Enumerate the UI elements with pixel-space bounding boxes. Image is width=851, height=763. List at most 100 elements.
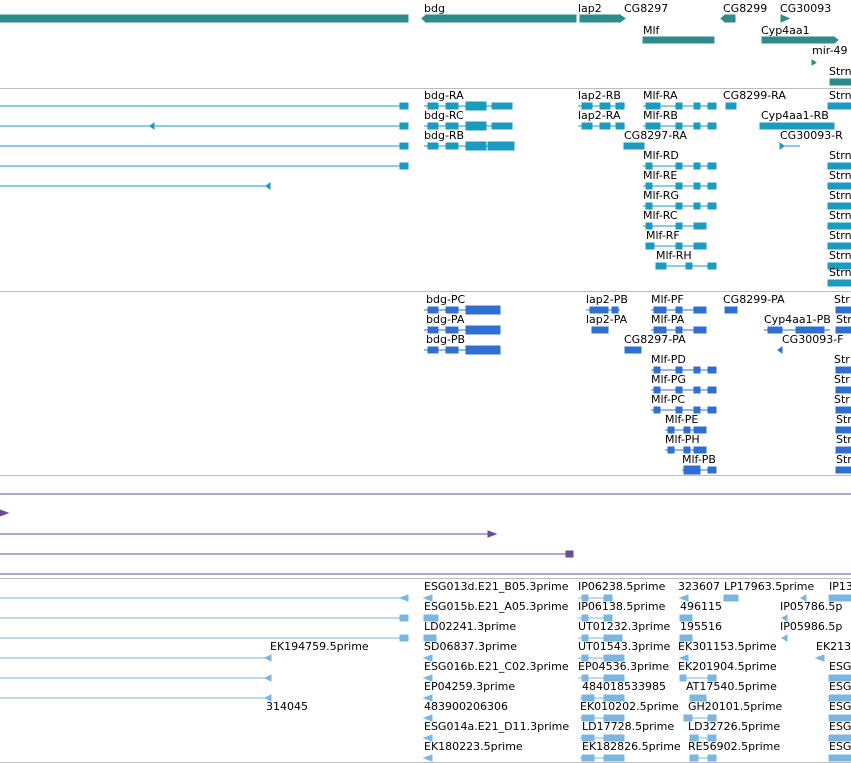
est-label[interactable]: IP13 — [829, 580, 851, 593]
est-label[interactable]: 195516 — [680, 620, 722, 633]
transcript-label[interactable]: Mlf-RB — [643, 109, 678, 122]
protein-label[interactable]: Mlf-PA — [651, 313, 684, 326]
est-label[interactable]: ESG — [829, 680, 851, 693]
est-label[interactable]: 496115 — [680, 600, 722, 613]
transcript-label[interactable]: Strn — [829, 229, 851, 242]
transcript-label[interactable]: Strn — [829, 169, 851, 182]
transcript-label[interactable]: Mlf-RG — [643, 189, 679, 202]
est-label[interactable]: EK182826.5prime — [582, 740, 681, 753]
transcript-label[interactable]: bdg-RB — [424, 129, 464, 142]
est-label[interactable]: ESG014a.E21_D11.3prime — [424, 720, 569, 733]
est-label[interactable]: EK301153.5prime — [678, 640, 777, 653]
gene-label[interactable]: bdg — [424, 2, 445, 15]
est-label[interactable]: 484018533985 — [582, 680, 666, 693]
protein-label[interactable]: Mlf-PB — [682, 453, 716, 466]
protein-label[interactable]: Mlf-PC — [651, 393, 685, 406]
est-label[interactable]: LD17728.5prime — [582, 720, 674, 733]
est-label[interactable]: LD32726.5prime — [688, 720, 780, 733]
est-label[interactable]: AT17540.5prime — [686, 680, 777, 693]
protein-label[interactable]: Mlf-PH — [665, 433, 700, 446]
gene-label[interactable]: Mlf — [643, 24, 659, 37]
transcript-label[interactable]: Mlf-RH — [656, 249, 692, 262]
est-label[interactable]: EP04536.3prime — [578, 660, 669, 673]
est-label[interactable]: ESG013d.E21_B05.3prime — [424, 580, 568, 593]
est-label[interactable]: IP05986.5p — [780, 620, 842, 633]
transcript-label[interactable]: lap2-RB — [578, 89, 621, 102]
protein-label[interactable]: Mlf-PE — [665, 413, 698, 426]
transcript-label[interactable]: Mlf-RE — [643, 169, 677, 182]
protein-label[interactable]: Str — [836, 433, 851, 446]
est-label[interactable]: EK201904.5prime — [678, 660, 777, 673]
est-label[interactable]: LP17963.5prime — [724, 580, 814, 593]
transcript-label[interactable]: Cyp4aa1-RB — [761, 109, 829, 122]
gene-label[interactable]: lap2 — [578, 2, 602, 15]
protein-label[interactable]: Str — [834, 373, 850, 386]
protein-label[interactable]: bdg-PB — [426, 333, 465, 346]
est-label[interactable]: UT01543.3prime — [578, 640, 670, 653]
est-label[interactable]: RE56902.5prime — [688, 740, 780, 753]
genome-browser: bdg lap2 CG8297 CG8299 CG30093 Mlf Cyp4a… — [0, 0, 851, 763]
est-label[interactable]: IP05786.5p — [780, 600, 842, 613]
est-track: ESG013d.E21_B05.3prime IP06238.5prime 32… — [0, 578, 851, 763]
est-label[interactable]: 323607 — [678, 580, 720, 593]
transcript-label[interactable]: bdg-RA — [424, 89, 464, 102]
protein-label[interactable]: CG8299-PA — [723, 293, 785, 306]
est-label[interactable]: EP04259.3prime — [424, 680, 515, 693]
transcript-label[interactable]: Strn — [829, 89, 851, 102]
est-label[interactable]: ESG — [829, 720, 851, 733]
gene-label[interactable]: Cyp4aa1 — [761, 24, 810, 37]
est-label[interactable]: IP06138.5prime — [578, 600, 665, 613]
protein-label[interactable]: Mlf-PG — [651, 373, 686, 386]
gene-label[interactable]: mir-49 — [812, 44, 848, 57]
protein-label[interactable]: Str — [834, 393, 850, 406]
transcript-label[interactable]: Strn — [829, 149, 851, 162]
transcript-label[interactable]: Mlf-RF — [646, 229, 680, 242]
gene-label[interactable]: CG8299 — [723, 2, 767, 15]
protein-label[interactable]: Str — [834, 353, 850, 366]
transcript-label[interactable]: CG8297-RA — [624, 129, 687, 142]
est-label[interactable]: UT01232.3prime — [578, 620, 670, 633]
est-label[interactable]: SD06837.3prime — [424, 640, 517, 653]
est-label[interactable]: ESG015b.E21_A05.3prime — [424, 600, 568, 613]
protein-label[interactable]: CG30093-F — [782, 333, 844, 346]
transcript-label[interactable]: bdg-RC — [424, 109, 464, 122]
gene-label[interactable]: CG30093 — [780, 2, 831, 15]
transcript-label[interactable]: CG30093-R — [780, 129, 843, 142]
est-label[interactable]: ESG016b.E21_C02.3prime — [424, 660, 569, 673]
protein-label[interactable]: Str — [834, 293, 850, 306]
est-label[interactable]: 314045 — [266, 700, 308, 713]
protein-label[interactable]: Mlf-PD — [651, 353, 686, 366]
est-label[interactable]: GH20101.5prime — [688, 700, 782, 713]
transcript-label[interactable]: Mlf-RA — [643, 89, 678, 102]
gene-label[interactable]: CG8297 — [624, 2, 668, 15]
protein-label[interactable]: Str — [836, 413, 851, 426]
transcript-label[interactable]: Strn — [829, 209, 851, 222]
gene-label[interactable]: Strn — [829, 65, 851, 78]
transcript-label[interactable]: lap2-RA — [578, 109, 620, 122]
transcript-label[interactable]: Strn — [829, 189, 851, 202]
protein-label[interactable]: CG8297-PA — [624, 333, 686, 346]
est-label[interactable]: ESG — [829, 660, 851, 673]
est-label[interactable]: EK194759.5prime — [270, 640, 369, 653]
transcript-label[interactable]: Strn — [829, 249, 851, 262]
est-label[interactable]: LD02241.3prime — [424, 620, 516, 633]
est-label[interactable]: EK213 — [816, 640, 851, 653]
protein-label[interactable]: Mlf-PF — [651, 293, 684, 306]
protein-label[interactable]: lap2-PA — [586, 313, 627, 326]
protein-label[interactable]: Cyp4aa1-PB — [764, 313, 831, 326]
transcript-label[interactable]: CG8299-RA — [723, 89, 786, 102]
est-label[interactable]: IP06238.5prime — [578, 580, 665, 593]
protein-label[interactable]: bdg-PC — [426, 293, 465, 306]
transcript-label[interactable]: Mlf-RC — [643, 209, 678, 222]
protein-label[interactable]: lap2-PB — [586, 293, 628, 306]
protein-label[interactable]: Str — [836, 453, 851, 466]
transcript-label[interactable]: Strn — [829, 266, 851, 279]
est-label[interactable]: ESG — [829, 740, 851, 753]
protein-label[interactable]: Str — [836, 313, 851, 326]
est-label[interactable]: EK180223.5prime — [424, 740, 523, 753]
est-label[interactable]: EK010202.5prime — [580, 700, 679, 713]
transcript-label[interactable]: Mlf-RD — [643, 149, 679, 162]
est-label[interactable]: 483900206306 — [424, 700, 508, 713]
est-label[interactable]: ESG — [829, 700, 851, 713]
protein-label[interactable]: bdg-PA — [426, 313, 464, 326]
